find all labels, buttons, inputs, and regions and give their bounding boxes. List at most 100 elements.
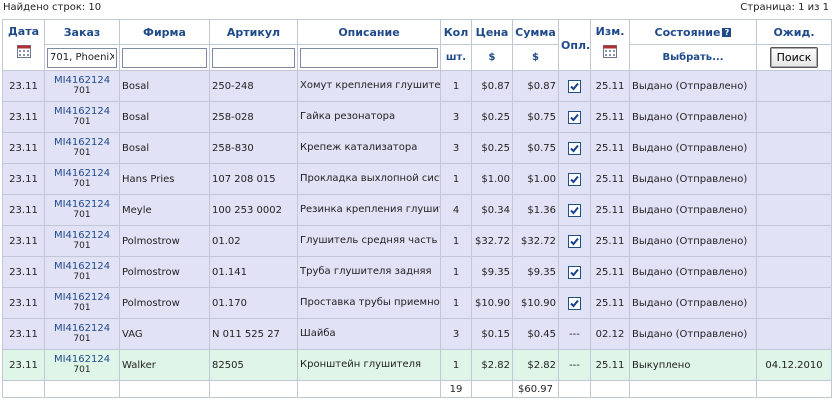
row-expected: 04.12.2010 <box>756 349 832 381</box>
order-sub: 701 <box>73 117 91 127</box>
row-date: 23.11 <box>2 101 45 133</box>
row-date: 23.11 <box>2 287 45 319</box>
order-link[interactable]: MI4162124 <box>47 106 117 117</box>
firm-filter-input[interactable] <box>122 47 207 68</box>
row-paid <box>558 287 591 319</box>
row-firm: Meyle <box>119 194 210 226</box>
row-order[interactable]: MI4162124 701 <box>44 163 120 195</box>
table-row: 23.11 MI4162124 701 Bosal 250-248 Хомут к… <box>2 70 832 102</box>
row-price: $0.87 <box>471 70 513 102</box>
table-row: 23.11 MI4162124 701 Hans Pries 107 208 01… <box>2 163 832 195</box>
row-order[interactable]: MI4162124 701 <box>44 70 120 102</box>
row-order[interactable]: MI4162124 701 <box>44 225 120 257</box>
column-header-status[interactable]: Состояние? <box>629 19 757 45</box>
checkbox-checked-icon[interactable] <box>568 203 581 217</box>
sum-unit: $ <box>512 44 559 71</box>
order-link[interactable]: MI4162124 <box>47 292 117 303</box>
column-header-price[interactable]: Цена <box>471 19 513 45</box>
column-header-article[interactable]: Артикул <box>209 19 298 45</box>
row-price: $0.15 <box>471 318 513 350</box>
total-qty: 19 <box>440 380 472 398</box>
row-firm: Polmostrow <box>119 225 210 257</box>
order-link[interactable]: MI4162124 <box>47 137 117 148</box>
checkbox-checked-icon[interactable] <box>568 172 581 186</box>
column-header-qty[interactable]: Кол <box>440 19 472 45</box>
row-paid <box>558 101 591 133</box>
order-link[interactable]: MI4162124 <box>47 230 117 241</box>
checkbox-checked-icon[interactable] <box>568 110 581 124</box>
calendar-icon[interactable] <box>603 45 617 58</box>
order-sub: 701 <box>73 241 91 251</box>
description-filter-input[interactable] <box>300 47 438 68</box>
column-header-expected[interactable]: Ожид. <box>756 19 832 45</box>
totals-row: 19 $60.97 <box>2 380 832 398</box>
order-link[interactable]: MI4162124 <box>47 323 117 334</box>
row-article: 100 253 0002 <box>209 194 298 226</box>
row-status: Выдано (Отправлено) <box>629 132 757 164</box>
table-body: 23.11 MI4162124 701 Bosal 250-248 Хомут к… <box>2 70 832 381</box>
table-row: 23.11 MI4162124 701 Meyle 100 253 0002 Ре… <box>2 194 832 226</box>
row-article: 01.170 <box>209 287 298 319</box>
row-description: Шайба <box>297 318 441 350</box>
row-qty: 3 <box>440 132 472 164</box>
row-expected <box>756 163 832 195</box>
row-order[interactable]: MI4162124 701 <box>44 132 120 164</box>
order-link[interactable]: MI4162124 <box>47 199 117 210</box>
page-indicator: Страница: 1 из 1 <box>740 2 829 13</box>
row-description: Крепеж катализатора <box>297 132 441 164</box>
order-link[interactable]: MI4162124 <box>47 168 117 179</box>
order-sub: 701 <box>73 148 91 158</box>
row-sum: $0.87 <box>512 70 559 102</box>
calendar-icon[interactable] <box>16 45 31 58</box>
row-date: 23.11 <box>2 225 45 257</box>
row-date: 23.11 <box>2 318 45 350</box>
order-link[interactable]: MI4162124 <box>47 75 117 86</box>
row-changed: 25.11 <box>590 287 630 319</box>
row-firm: Bosal <box>119 70 210 102</box>
row-paid <box>558 70 591 102</box>
row-order[interactable]: MI4162124 701 <box>44 256 120 288</box>
checkbox-checked-icon[interactable] <box>568 296 581 310</box>
row-order[interactable]: MI4162124 701 <box>44 287 120 319</box>
row-order[interactable]: MI4162124 701 <box>44 194 120 226</box>
column-header-date[interactable]: Дата <box>2 19 45 71</box>
status-select-link[interactable]: Выбрать... <box>629 44 757 71</box>
checkbox-checked-icon[interactable] <box>568 234 581 248</box>
checkbox-checked-icon[interactable] <box>568 265 581 279</box>
checkbox-checked-icon[interactable] <box>568 79 581 93</box>
row-date: 23.11 <box>2 194 45 226</box>
row-status: Выдано (Отправлено) <box>629 194 757 226</box>
row-paid <box>558 225 591 257</box>
row-firm: VAG <box>119 318 210 350</box>
row-order[interactable]: MI4162124 701 <box>44 101 120 133</box>
row-changed: 02.12 <box>590 318 630 350</box>
row-status: Выдано (Отправлено) <box>629 70 757 102</box>
row-price: $0.25 <box>471 132 513 164</box>
column-header-order[interactable]: Заказ <box>44 19 120 45</box>
row-firm: Walker <box>119 349 210 381</box>
search-button[interactable]: Поиск <box>769 47 819 68</box>
column-header-sum[interactable]: Сумма <box>512 19 559 45</box>
changed-header-label: Изм. <box>595 25 625 38</box>
article-filter-input[interactable] <box>212 47 295 68</box>
row-price: $9.35 <box>471 256 513 288</box>
row-firm: Polmostrow <box>119 256 210 288</box>
status-header-label: Состояние <box>654 25 721 39</box>
column-header-description[interactable]: Описание <box>297 19 441 45</box>
checkbox-checked-icon[interactable] <box>568 141 581 155</box>
total-sum: $60.97 <box>512 380 559 398</box>
order-link[interactable]: MI4162124 <box>47 354 117 365</box>
row-order[interactable]: MI4162124 701 <box>44 318 120 350</box>
column-header-changed[interactable]: Изм. <box>590 19 630 71</box>
row-article: 01.02 <box>209 225 298 257</box>
order-sub: 701 <box>73 303 91 313</box>
row-expected <box>756 225 832 257</box>
order-link[interactable]: MI4162124 <box>47 261 117 272</box>
row-price: $0.25 <box>471 101 513 133</box>
column-header-paid[interactable]: Опл. <box>558 19 591 71</box>
row-order[interactable]: MI4162124 701 <box>44 349 120 381</box>
column-header-firm[interactable]: Фирма <box>119 19 210 45</box>
help-icon[interactable]: ? <box>722 27 732 37</box>
order-filter-input[interactable] <box>47 47 117 68</box>
row-qty: 1 <box>440 163 472 195</box>
